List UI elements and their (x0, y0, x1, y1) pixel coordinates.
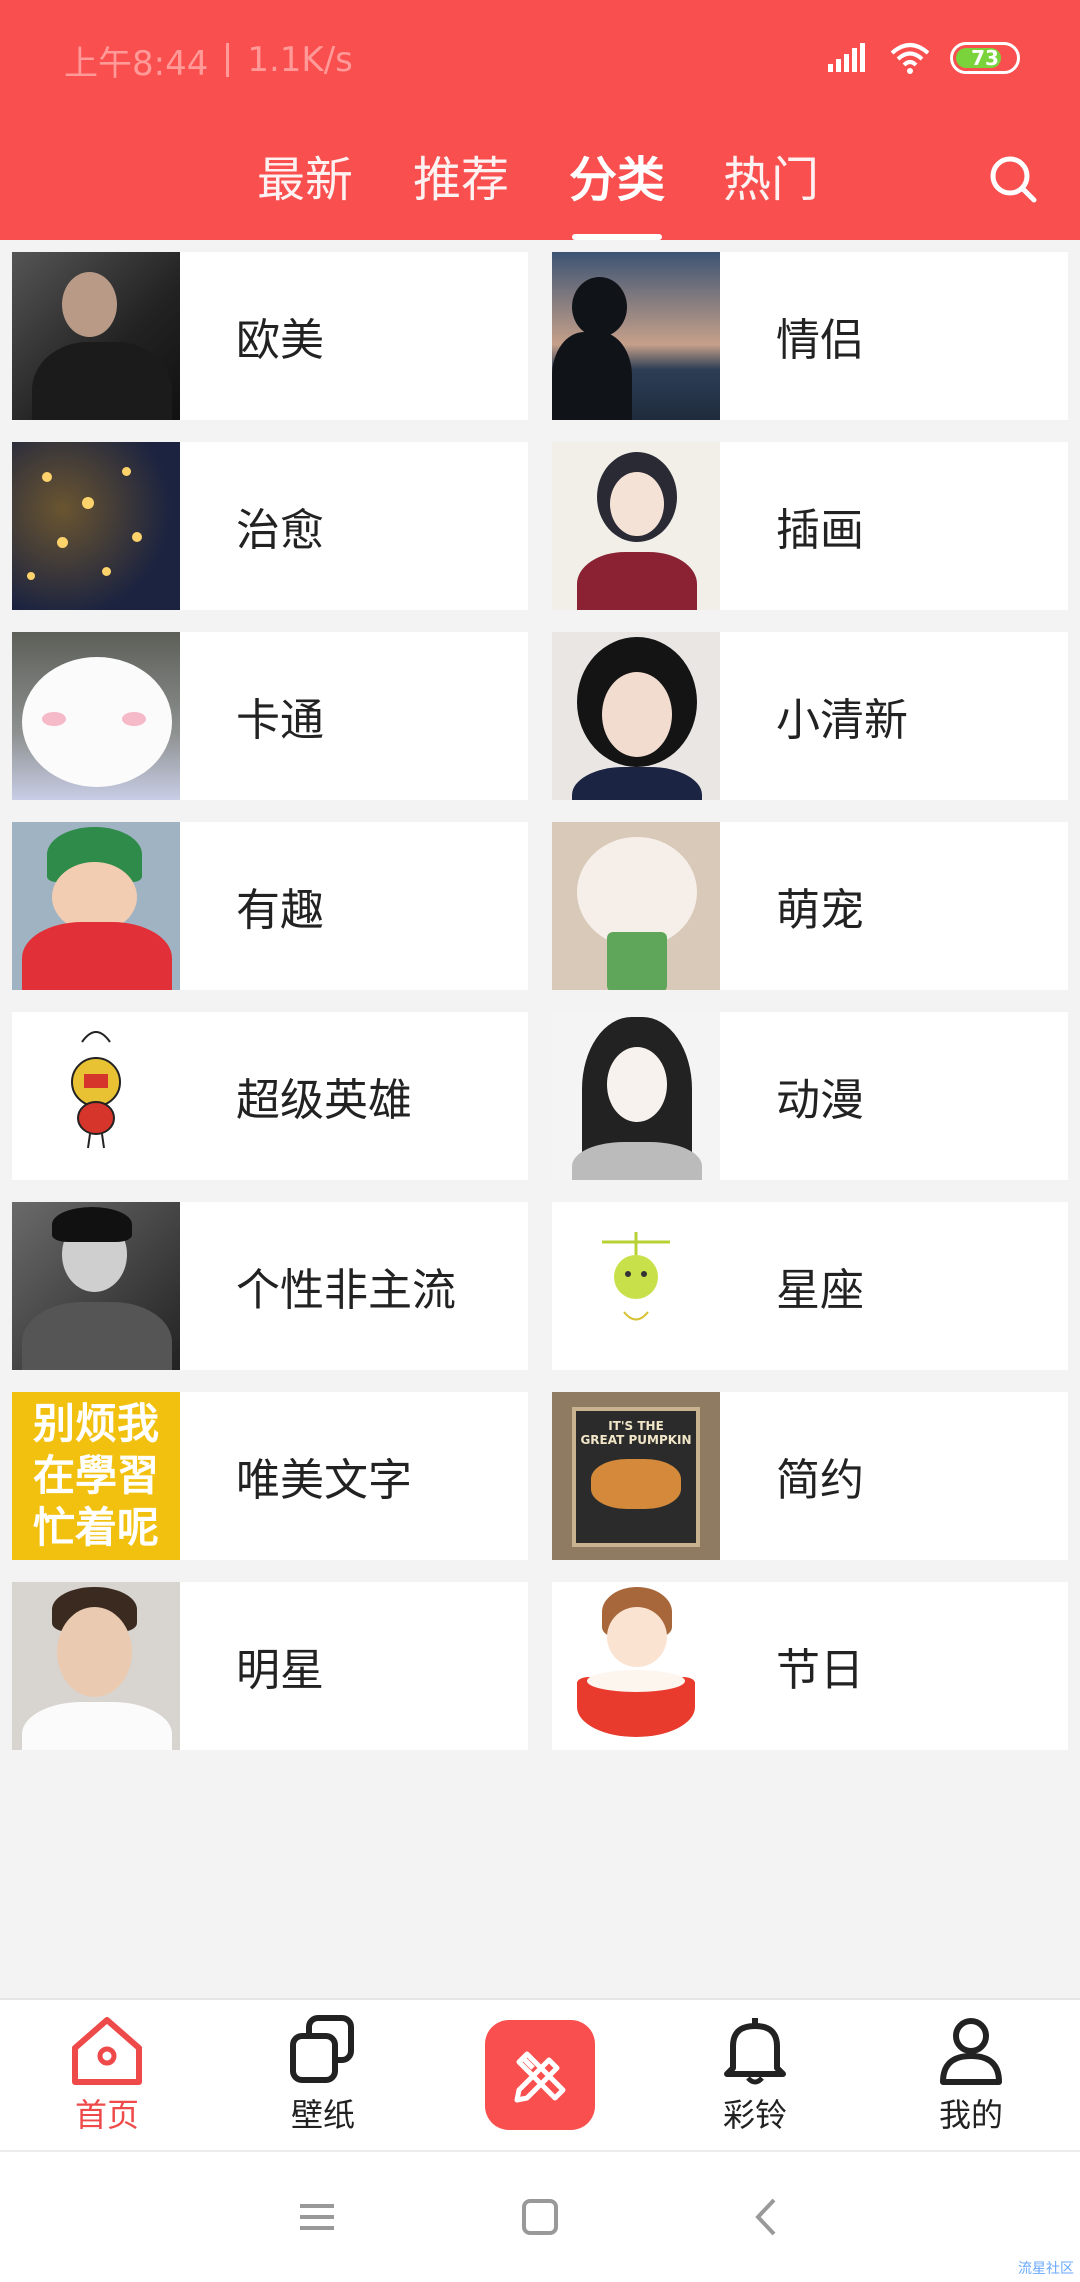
status-bar-left: 上午8:44 1.1K/s (64, 36, 353, 84)
category-card-jieri[interactable]: 节日 (552, 1582, 1068, 1750)
thumb-white-cat-cartoon (12, 632, 180, 800)
user-icon (940, 2018, 1002, 2085)
nav-mine-label: 我的 (938, 2096, 1003, 2134)
bell-icon (724, 2018, 786, 2085)
category-card-gexing[interactable]: 个性非主流 (12, 1202, 528, 1370)
tab-latest[interactable]: 最新 (240, 140, 370, 240)
status-divider (226, 43, 230, 77)
nav-wallpaper[interactable]: 壁纸 (248, 2000, 398, 2150)
nav-home-label: 首页 (74, 2096, 139, 2134)
battery-level: 73 (971, 46, 999, 70)
category-label: 卡通 (236, 695, 324, 746)
poster-line-1: 别烦我 (32, 1399, 159, 1448)
wifi-icon (890, 43, 930, 74)
category-card-qinglv[interactable]: 情侣 (552, 252, 1068, 420)
category-card-youqu[interactable]: 有趣 (12, 822, 528, 990)
thumb-star-man (12, 1582, 180, 1750)
thumb-man-black-white (12, 1202, 180, 1370)
status-network-speed: 1.1K/s (247, 40, 353, 80)
status-time: 上午8:44 (64, 43, 209, 84)
watermark-text: 流星社区 (1018, 2261, 1074, 2277)
thumb-text-poster: 别烦我 在學習 忙着呢 (12, 1392, 180, 1560)
thumb-anime-longhair (552, 1012, 720, 1180)
tab-category[interactable]: 分类 (552, 140, 682, 240)
nav-wallpaper-label: 壁纸 (290, 2096, 355, 2134)
system-navigation-bar: 流星社区 (0, 2150, 1080, 2282)
pencil-ruler-icon (514, 2051, 566, 2103)
nav-mine[interactable]: 我的 (896, 2000, 1046, 2150)
wallpaper-icon (290, 2015, 354, 2083)
thumb-libra-cartoon (552, 1202, 720, 1370)
category-card-chahua[interactable]: 插画 (552, 442, 1068, 610)
category-label: 情侣 (776, 315, 864, 366)
category-label: 星座 (776, 1265, 864, 1316)
category-label: 动漫 (776, 1075, 864, 1126)
home-icon (72, 2017, 142, 2085)
category-card-zhiyu[interactable]: 治愈 (12, 442, 528, 610)
category-card-superhero[interactable]: 超级英雄 (12, 1012, 528, 1180)
back-icon[interactable] (742, 2192, 792, 2242)
thumb-ironman-sketch (12, 1012, 180, 1180)
status-bar-right: 73 (826, 34, 1020, 82)
category-label: 个性非主流 (236, 1265, 456, 1316)
category-card-mengchong[interactable]: 萌宠 (552, 822, 1068, 990)
category-label: 有趣 (236, 885, 324, 936)
battery-icon: 73 (950, 42, 1020, 74)
category-card-xingzuo[interactable]: 星座 (552, 1202, 1068, 1370)
category-label: 欧美 (236, 315, 324, 366)
tab-category-label: 分类 (568, 152, 665, 208)
thumb-chibi-bowl (552, 1582, 720, 1750)
signal-icon (828, 43, 865, 72)
category-card-xiaoqingxin[interactable]: 小清新 (552, 632, 1068, 800)
bottom-navigation: 首页 壁纸 彩铃 我的 (0, 1998, 1080, 2150)
poster-line-3: 忙着呢 (32, 1503, 159, 1552)
thumb-illustrated-girl (552, 442, 720, 610)
thumb-child-green-hat (12, 822, 180, 990)
search-icon[interactable] (984, 150, 1044, 210)
pumpkin-poster-frame: IT'S THE GREAT PUMPKIN (572, 1407, 700, 1547)
category-label: 小清新 (776, 695, 908, 746)
category-label: 简约 (776, 1455, 864, 1506)
tab-recommended-label: 推荐 (412, 152, 509, 208)
thumb-portrait-man (12, 252, 180, 420)
category-label: 超级英雄 (236, 1075, 412, 1126)
thumb-star-lights (12, 442, 180, 610)
nav-ringtone[interactable]: 彩铃 (680, 2000, 830, 2150)
home-square-icon[interactable] (515, 2192, 565, 2242)
category-label: 萌宠 (776, 885, 864, 936)
ironman-icon (71, 1031, 121, 1149)
tab-latest-label: 最新 (256, 152, 353, 208)
category-card-katong[interactable]: 卡通 (12, 632, 528, 800)
menu-icon[interactable] (292, 2192, 342, 2242)
category-label: 明星 (236, 1645, 324, 1696)
thumb-girl-selfie (552, 632, 720, 800)
create-button[interactable] (485, 2020, 595, 2130)
poster-line-2: 在學習 (32, 1451, 159, 1500)
thumb-pumpkin-poster: IT'S THE GREAT PUMPKIN (552, 1392, 720, 1560)
tab-popular[interactable]: 热门 (706, 140, 836, 240)
category-card-weimei-text[interactable]: 别烦我 在學習 忙着呢 唯美文字 (12, 1392, 528, 1560)
nav-ringtone-label: 彩铃 (722, 2096, 787, 2134)
category-label: 节日 (776, 1645, 864, 1696)
app-header: 上午8:44 1.1K/s 73 最新 推荐 分类 热门 (0, 0, 1080, 240)
libra-icon (602, 1232, 670, 1321)
category-label: 唯美文字 (236, 1455, 412, 1506)
category-card-dongman[interactable]: 动漫 (552, 1012, 1068, 1180)
thumb-silhouette-sunset (552, 252, 720, 420)
poster-title-1: IT'S THE (608, 1419, 664, 1433)
category-card-mingxing[interactable]: 明星 (12, 1582, 528, 1750)
category-card-jianyue[interactable]: IT'S THE GREAT PUMPKIN 简约 (552, 1392, 1068, 1560)
category-label: 插画 (776, 505, 864, 556)
category-tabs: 最新 推荐 分类 热门 (0, 140, 1080, 240)
category-card-oumei[interactable]: 欧美 (12, 252, 528, 420)
poster-title-2: GREAT PUMPKIN (580, 1433, 692, 1447)
tab-recommended[interactable]: 推荐 (396, 140, 526, 240)
nav-home[interactable]: 首页 (32, 2000, 182, 2150)
thumb-white-cat (552, 822, 720, 990)
tab-popular-label: 热门 (722, 152, 819, 208)
category-label: 治愈 (236, 505, 324, 556)
